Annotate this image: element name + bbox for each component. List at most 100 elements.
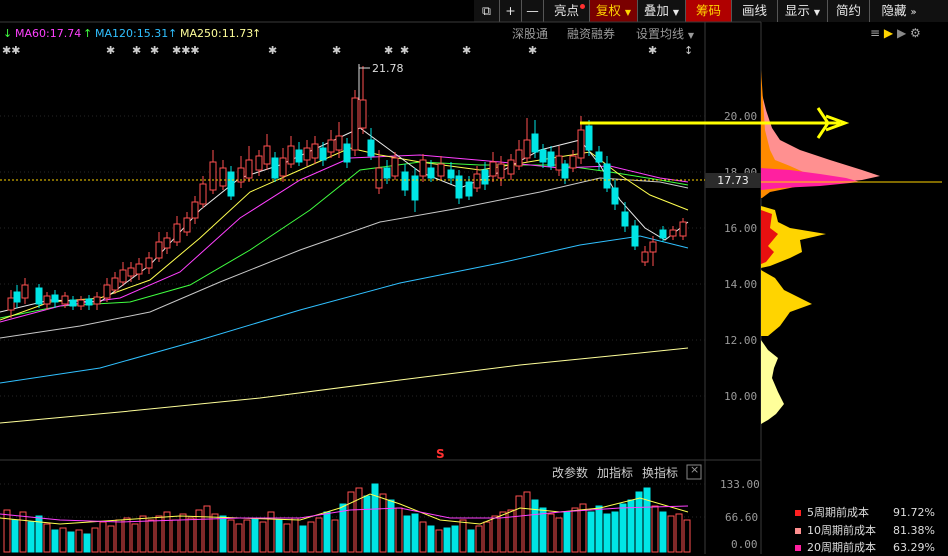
- candle-body: [319, 147, 327, 161]
- stock-chart-app: ⧉ + — 亮点 复权 ▼ 叠加 ▼ 筹码 画线 显示 ▼ 简约 隐藏 » ↓ …: [0, 0, 948, 554]
- candle-body: [255, 155, 263, 171]
- candle-body: [489, 161, 497, 177]
- chip-area-lower: [761, 270, 812, 336]
- volume-bar: [419, 521, 427, 553]
- volume-bar: [51, 529, 59, 553]
- chart-canvas: 21.78 S: [0, 21, 942, 554]
- volume-bar: [659, 511, 667, 553]
- volume-bar: [75, 529, 83, 553]
- volume-bar: [67, 531, 75, 553]
- chip-area-bottom: [761, 340, 784, 424]
- volume-bar: [435, 529, 443, 553]
- volume-bar: [467, 529, 475, 553]
- volume-bar: [211, 513, 219, 553]
- candlesticks: [7, 66, 687, 318]
- volume-bar: [11, 519, 19, 553]
- volume-bar: [395, 507, 403, 553]
- candle-body: [93, 296, 101, 305]
- volume-bar: [443, 527, 451, 553]
- candle-body: [303, 147, 311, 161]
- candle-body: [649, 241, 657, 253]
- ma250-line: [0, 347, 689, 424]
- candle-body: [569, 155, 577, 169]
- add-indicator-button[interactable]: 加指标: [597, 464, 633, 481]
- s-marker[interactable]: S: [436, 447, 445, 461]
- volume-bar: [323, 511, 331, 553]
- volume-bar: [307, 521, 315, 553]
- volume-bar: [251, 517, 259, 553]
- change-params-button[interactable]: 改参数: [552, 464, 588, 481]
- candle-body: [51, 294, 59, 303]
- volume-bar: [219, 515, 227, 553]
- volume-bar: [643, 487, 651, 553]
- volume-bar: [363, 495, 371, 553]
- volume-bar: [3, 509, 11, 553]
- candle-body: [401, 171, 409, 191]
- candle-body: [631, 225, 639, 247]
- volume-bar: [283, 523, 291, 553]
- legend-label: 10周期前成本: [807, 524, 876, 537]
- legend-label: 5周期前成本: [807, 506, 869, 519]
- volume-bar: [243, 519, 251, 553]
- chip-legend-10: 10周期前成本 81.38%: [795, 523, 945, 539]
- candle-body: [621, 211, 629, 227]
- candle-body: [245, 159, 253, 179]
- candle-body: [447, 169, 455, 179]
- volume-bar: [299, 525, 307, 553]
- candle-body: [209, 161, 217, 191]
- candle-body: [295, 149, 303, 163]
- legend-swatch: [795, 528, 801, 534]
- candle-body: [497, 163, 505, 179]
- close-volume-icon[interactable]: ×: [690, 463, 699, 476]
- legend-swatch: [795, 510, 801, 516]
- candle-body: [515, 149, 523, 167]
- volume-bar: [163, 511, 171, 553]
- chip-legend-5: 5周期前成本 91.72%: [795, 505, 945, 521]
- candle-body: [595, 151, 603, 163]
- volume-bar: [259, 521, 267, 553]
- candle-body: [119, 269, 127, 283]
- legend-value: 81.38%: [893, 524, 935, 537]
- switch-indicator-button[interactable]: 换指标: [642, 464, 678, 481]
- candle-body: [359, 99, 367, 129]
- candle-body: [199, 183, 207, 205]
- y-label-16: 16.00: [724, 222, 758, 235]
- volume-bar: [291, 517, 299, 553]
- volume-bar: [99, 521, 107, 553]
- candle-body: [7, 297, 15, 311]
- candle-body: [127, 267, 135, 277]
- high-price-annotation: 21.78: [372, 62, 404, 75]
- volume-bar: [563, 511, 571, 553]
- volume-bar: [131, 523, 139, 553]
- volume-bar: [651, 505, 659, 553]
- y-label-10: 10.00: [724, 390, 758, 403]
- volume-bar: [19, 511, 27, 553]
- candle-body: [383, 167, 391, 179]
- candle-body: [271, 157, 279, 179]
- volume-bar: [347, 491, 355, 553]
- candle-body: [603, 163, 611, 189]
- vol-label-66: 66.60: [725, 511, 759, 524]
- candle-body: [219, 167, 227, 187]
- volume-bar: [515, 495, 523, 553]
- candle-body: [555, 155, 563, 171]
- candle-body: [335, 135, 343, 151]
- volume-bar: [619, 503, 627, 553]
- candle-body: [227, 171, 235, 197]
- volume-bar: [355, 487, 363, 553]
- ma-yellow-line: [0, 147, 689, 321]
- volume-bar: [675, 513, 683, 553]
- volume-bar: [483, 521, 491, 553]
- candle-body: [77, 299, 85, 307]
- candle-body: [539, 149, 547, 163]
- volume-bar: [555, 517, 563, 553]
- candle-body: [507, 159, 515, 175]
- candle-body: [547, 151, 555, 167]
- volume-bar: [155, 515, 163, 553]
- candle-body: [343, 143, 351, 163]
- volume-bar: [27, 521, 35, 553]
- candle-body: [585, 125, 593, 151]
- volume-bar: [227, 519, 235, 553]
- candle-body: [155, 241, 163, 259]
- volume-bar: [579, 503, 587, 553]
